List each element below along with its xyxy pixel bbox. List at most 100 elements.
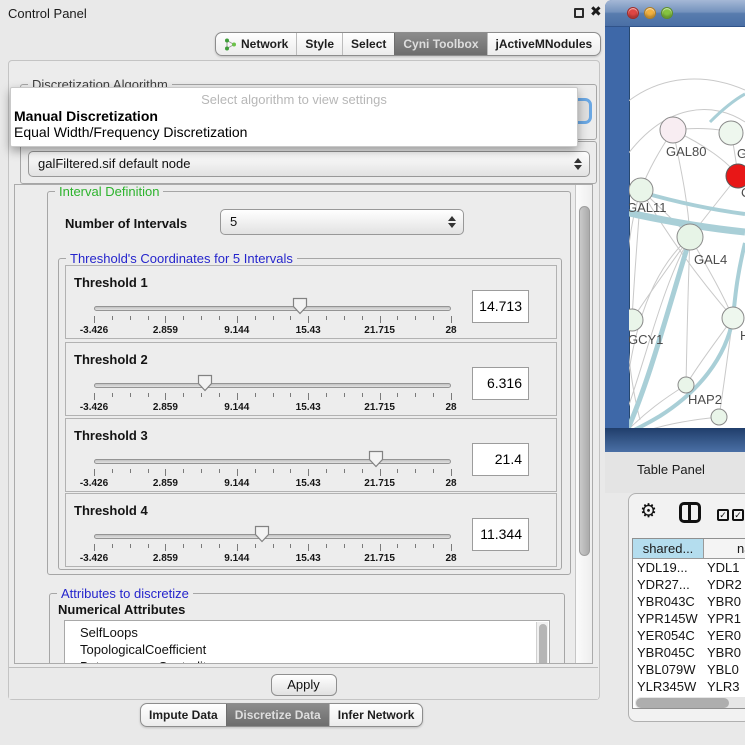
float-window-icon[interactable] bbox=[574, 8, 584, 18]
tick-mark bbox=[344, 544, 345, 548]
network-node[interactable] bbox=[722, 307, 744, 329]
algorithm-option[interactable]: Equal Width/Frequency Discretization bbox=[11, 124, 577, 140]
network-edge[interactable] bbox=[632, 237, 690, 320]
table-row[interactable]: YER054CYER0 bbox=[633, 627, 745, 644]
tick-label: 28 bbox=[445, 325, 456, 336]
tick-mark bbox=[344, 316, 345, 320]
list-scrollbar-thumb[interactable] bbox=[539, 624, 547, 664]
threshold-value-field[interactable]: 11.344 bbox=[472, 518, 529, 551]
table-row[interactable]: YLR345WYLR3 bbox=[633, 678, 745, 695]
tab-jactivemnodules[interactable]: jActiveMNodules bbox=[487, 33, 601, 55]
table-row[interactable]: YIL052CYIL0 bbox=[633, 695, 745, 696]
tick-mark bbox=[415, 469, 416, 473]
tick-mark bbox=[290, 469, 291, 473]
tick-mark bbox=[237, 393, 238, 400]
split-columns-icon[interactable] bbox=[679, 502, 701, 523]
tick-label: 9.144 bbox=[224, 325, 249, 336]
slider-tick-labels: -3.4262.8599.14415.4321.71528 bbox=[94, 402, 451, 414]
checkbox-icon[interactable]: ✓ bbox=[732, 509, 744, 521]
tick-label: 21.715 bbox=[364, 325, 395, 336]
slider-track[interactable] bbox=[94, 459, 451, 464]
algorithm-option[interactable]: Manual Discretization bbox=[11, 108, 577, 124]
threshold-label: Threshold 2 bbox=[74, 352, 148, 367]
apply-button[interactable]: Apply bbox=[271, 674, 337, 696]
window-close-icon[interactable] bbox=[627, 7, 639, 19]
network-edge[interactable] bbox=[629, 79, 745, 108]
threshold-value-field[interactable]: 21.4 bbox=[472, 443, 529, 476]
network-node[interactable] bbox=[677, 224, 703, 250]
checkbox-icon[interactable]: ✓ bbox=[717, 509, 729, 521]
table-hscrollbar[interactable] bbox=[635, 697, 745, 709]
tab-label: Impute Data bbox=[149, 708, 218, 722]
table-row[interactable]: YDL19...YDL1 bbox=[633, 559, 745, 576]
attribute-item[interactable]: BetweennessCentrality bbox=[65, 658, 549, 664]
tab-style[interactable]: Style bbox=[296, 33, 342, 55]
attributes-group-title: Attributes to discretize bbox=[57, 586, 193, 601]
table-row[interactable]: YBR043CYBR0 bbox=[633, 593, 745, 610]
tick-mark bbox=[308, 544, 309, 551]
tick-mark bbox=[308, 393, 309, 400]
network-edge[interactable] bbox=[690, 237, 733, 318]
network-node-label: C bbox=[741, 185, 745, 200]
tick-mark bbox=[165, 316, 166, 323]
slider-track[interactable] bbox=[94, 383, 451, 388]
window-minimize-icon[interactable] bbox=[644, 7, 656, 19]
network-node[interactable] bbox=[629, 309, 643, 331]
tick-label: 28 bbox=[445, 478, 456, 489]
threshold-value-field[interactable]: 6.316 bbox=[472, 367, 529, 400]
table-panel-title: Table Panel bbox=[637, 462, 705, 477]
numerical-attributes-label: Numerical Attributes bbox=[58, 602, 185, 617]
close-icon[interactable]: ✖ bbox=[590, 3, 602, 20]
tab-cyni-toolbox[interactable]: Cyni Toolbox bbox=[394, 33, 486, 55]
tab-select[interactable]: Select bbox=[342, 33, 394, 55]
tab-network[interactable]: Network bbox=[216, 33, 296, 55]
table-hscrollbar-thumb[interactable] bbox=[636, 698, 729, 708]
slider-track[interactable] bbox=[94, 306, 451, 311]
network-node[interactable] bbox=[711, 409, 727, 425]
slider-handle[interactable] bbox=[292, 297, 308, 315]
column-header[interactable]: na bbox=[704, 539, 745, 559]
tick-mark bbox=[130, 544, 131, 548]
network-node[interactable] bbox=[719, 121, 743, 145]
network-node-label: GAL80 bbox=[666, 144, 706, 159]
slider-handle[interactable] bbox=[254, 525, 270, 543]
tick-mark bbox=[237, 469, 238, 476]
network-node[interactable] bbox=[660, 117, 686, 143]
table-data-combobox[interactable]: galFiltered.sif default node bbox=[28, 151, 590, 177]
tick-mark bbox=[183, 393, 184, 397]
tick-mark bbox=[255, 316, 256, 320]
table-row[interactable]: YDR27...YDR2 bbox=[633, 576, 745, 593]
network-graph[interactable]: GAL80GACGAL11GAL4GCY1HHAP2 bbox=[629, 27, 745, 428]
network-node[interactable] bbox=[678, 377, 694, 393]
tab-infer-network[interactable]: Infer Network bbox=[329, 704, 423, 726]
table-cell: YER054C bbox=[633, 627, 704, 644]
network-edge[interactable] bbox=[710, 94, 745, 122]
panel-scrollbar-thumb[interactable] bbox=[579, 206, 590, 556]
tick-mark bbox=[94, 469, 95, 476]
table-row[interactable]: YPR145WYPR1 bbox=[633, 610, 745, 627]
gear-icon[interactable]: ⚙ bbox=[640, 500, 657, 523]
network-window-titlebar[interactable] bbox=[605, 0, 745, 27]
number-of-intervals-combobox[interactable]: 5 bbox=[220, 209, 464, 235]
table-row[interactable]: YBR045CYBR0 bbox=[633, 644, 745, 661]
tab-label: Cyni Toolbox bbox=[403, 37, 478, 51]
attribute-item[interactable]: TopologicalCoefficient bbox=[65, 641, 549, 658]
attribute-item[interactable]: SelfLoops bbox=[65, 621, 549, 641]
window-zoom-icon[interactable] bbox=[661, 7, 673, 19]
network-node[interactable] bbox=[629, 178, 653, 202]
tab-discretize-data[interactable]: Discretize Data bbox=[226, 704, 329, 726]
tab-impute-data[interactable]: Impute Data bbox=[141, 704, 226, 726]
panel-scrollbar[interactable] bbox=[575, 185, 593, 663]
slider-handle[interactable] bbox=[197, 374, 213, 392]
network-window-bottom-frame bbox=[605, 428, 745, 452]
threshold-value-field[interactable]: 14.713 bbox=[472, 290, 529, 323]
network-edge[interactable] bbox=[686, 318, 733, 385]
slider-handle[interactable] bbox=[368, 450, 384, 468]
tick-mark bbox=[219, 469, 220, 473]
list-scrollbar[interactable] bbox=[536, 622, 548, 664]
table-row[interactable]: YBL079WYBL0 bbox=[633, 661, 745, 678]
table-cell: YDL19... bbox=[633, 559, 704, 576]
slider-track[interactable] bbox=[94, 534, 451, 539]
column-header[interactable]: shared... bbox=[633, 539, 704, 559]
tick-mark bbox=[165, 393, 166, 400]
